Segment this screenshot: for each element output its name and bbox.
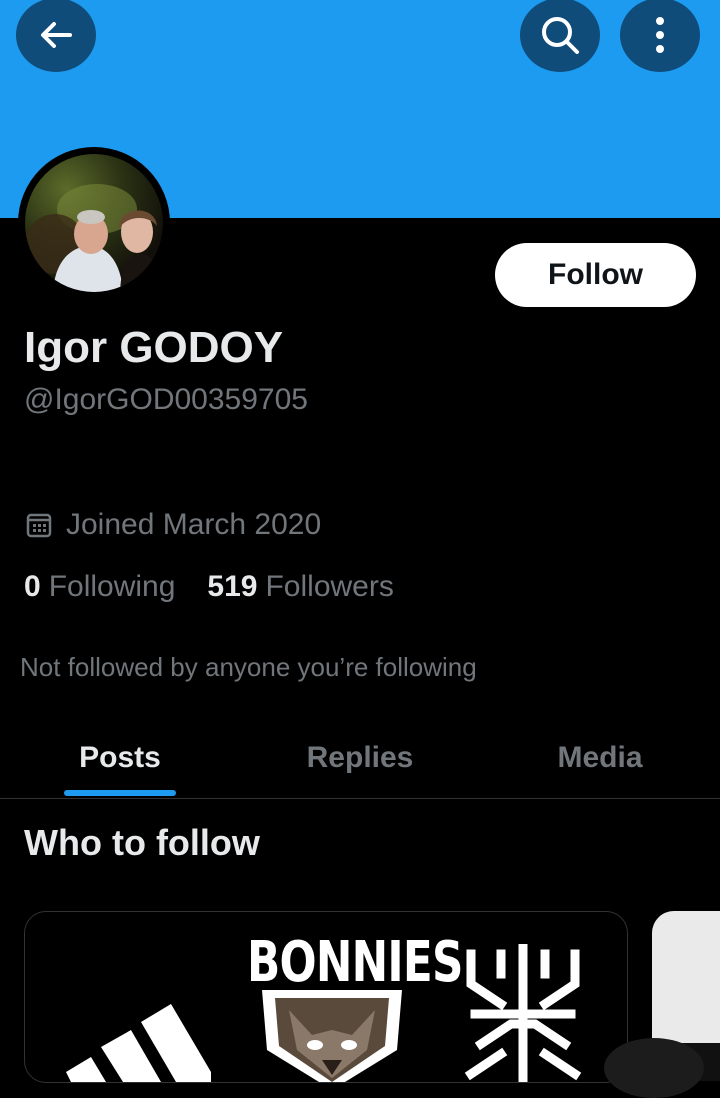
bonnies-wordmark: BONNIES — [247, 930, 463, 995]
suggestion-avatar — [604, 1038, 704, 1098]
basketball-crest-logo — [464, 944, 582, 1082]
search-button[interactable] — [520, 0, 600, 72]
avatar[interactable] — [18, 147, 170, 299]
followers-link[interactable]: 519 Followers — [207, 570, 393, 604]
joined-text: Joined March 2020 — [66, 508, 322, 541]
tab-replies[interactable]: Replies — [240, 718, 480, 798]
follow-suggestion-card[interactable]: BONNIES — [24, 911, 628, 1083]
follow-stats: 0 Following 519 Followers — [24, 570, 394, 604]
joined-date: Joined March 2020 — [24, 508, 321, 542]
display-name: Igor GODOY — [24, 323, 284, 372]
followers-label: Followers — [265, 570, 394, 603]
calendar-icon — [26, 513, 52, 538]
more-vertical-icon — [656, 17, 664, 53]
profile-tabs: Posts Replies Media — [0, 718, 720, 799]
active-tab-indicator — [64, 790, 176, 796]
username-handle: @IgorGOD00359705 — [24, 383, 308, 416]
tab-media[interactable]: Media — [480, 718, 720, 798]
follow-button[interactable]: Follow — [495, 243, 696, 307]
search-icon — [542, 17, 579, 54]
mutual-followers-note: Not followed by anyone you’re following — [20, 652, 477, 682]
who-to-follow-title: Who to follow — [24, 822, 260, 863]
followers-count: 519 — [207, 570, 258, 603]
back-button[interactable] — [16, 0, 96, 72]
tab-posts[interactable]: Posts — [0, 718, 240, 798]
following-count: 0 — [24, 570, 41, 603]
more-button[interactable] — [620, 0, 700, 72]
following-link[interactable]: 0 Following — [24, 570, 175, 604]
avatar-photo — [25, 154, 163, 292]
following-label: Following — [48, 570, 176, 603]
adidas-logo — [66, 1004, 211, 1082]
arrow-left-icon — [41, 22, 72, 48]
